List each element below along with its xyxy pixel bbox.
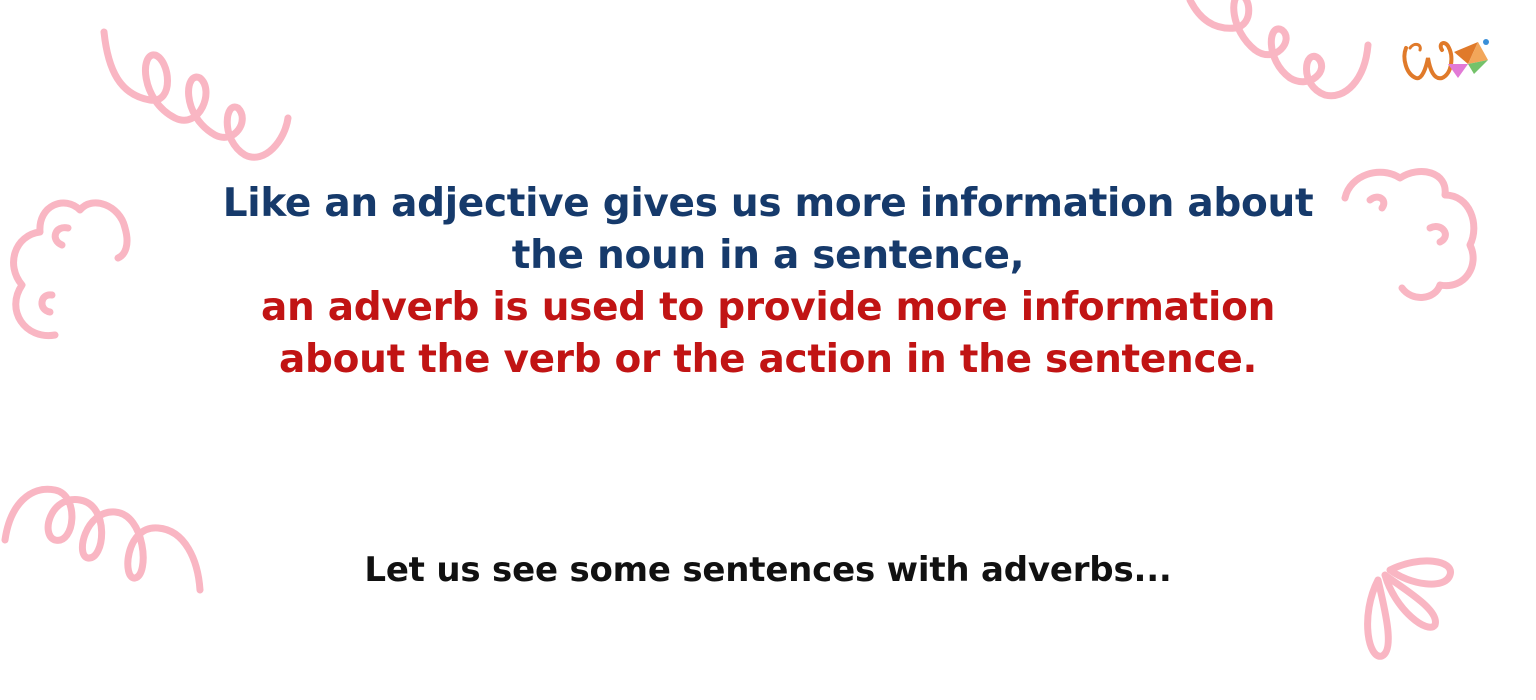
cloud-doodle-left-curl-2 xyxy=(38,291,56,316)
cloud-doodle-right-curl-2 xyxy=(1426,223,1449,246)
highlight-line-2: about the verb or the action in the sent… xyxy=(279,337,1257,382)
cloud-doodle-left-curl-1 xyxy=(51,224,72,249)
lead-line-1: Like an adjective gives us more informat… xyxy=(222,181,1314,226)
cloud-doodle-left xyxy=(10,199,131,339)
lead-line-2: the noun in a sentence, xyxy=(511,233,1025,278)
highlight-line-1: an adverb is used to provide more inform… xyxy=(260,285,1276,330)
squiggle-doodle-top-left xyxy=(100,28,292,161)
prompt-text: Let us see some sentences with adverbs..… xyxy=(364,550,1172,590)
brand-logo xyxy=(1402,39,1489,81)
slide: Like an adjective gives us more informat… xyxy=(0,0,1536,700)
petal-doodle-bottom-right-3 xyxy=(1364,576,1392,660)
petal-doodle-bottom-right-1 xyxy=(1386,557,1454,588)
squiggle-doodle-top-right xyxy=(1186,0,1372,100)
cloud-doodle-right-curl-1 xyxy=(1366,193,1388,212)
main-statement: Like an adjective gives us more informat… xyxy=(168,178,1368,386)
